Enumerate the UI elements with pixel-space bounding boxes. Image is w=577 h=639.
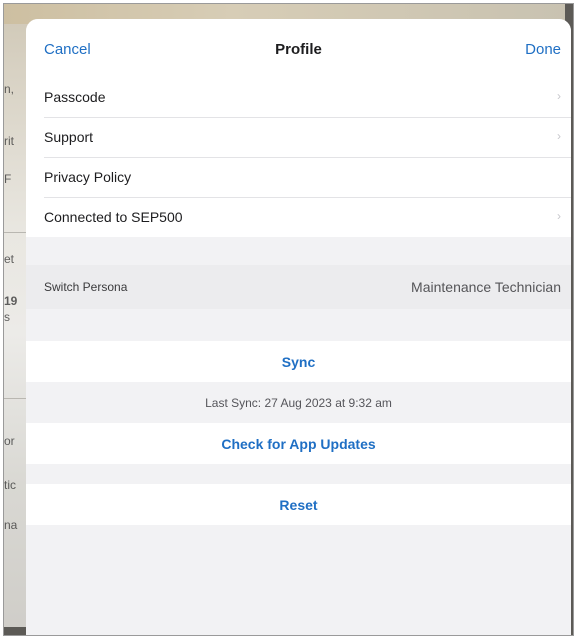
navigation-bar: Cancel Profile Done xyxy=(26,19,571,77)
check-app-updates-button[interactable]: Check for App Updates xyxy=(26,423,571,464)
privacy-policy-label: Privacy Policy xyxy=(44,169,132,185)
section-gap xyxy=(26,309,571,341)
reset-button[interactable]: Reset xyxy=(26,484,571,525)
sync-button[interactable]: Sync xyxy=(26,341,571,382)
persona-value: Maintenance Technician xyxy=(411,279,561,295)
passcode-row[interactable]: Passcode › xyxy=(26,77,571,117)
support-row[interactable]: Support › xyxy=(26,117,571,157)
sheet-footer-space xyxy=(26,525,571,621)
background-text: na xyxy=(4,518,18,532)
background-divider xyxy=(4,398,26,399)
chevron-right-icon: › xyxy=(557,129,561,143)
settings-list: Passcode › Support › Privacy Policy Conn… xyxy=(26,77,571,237)
window-frame: n, rit F et 19 s or tic na Cancel Profil… xyxy=(3,3,574,636)
background-text: F xyxy=(4,172,12,186)
section-gap xyxy=(26,464,571,484)
chevron-right-icon: › xyxy=(557,89,561,103)
background-text: et xyxy=(4,252,15,266)
background-divider xyxy=(4,232,26,233)
background-text: 19 xyxy=(4,294,18,308)
profile-sheet: Cancel Profile Done Passcode › Support ›… xyxy=(26,19,571,635)
page-title: Profile xyxy=(275,41,322,58)
chevron-right-icon: › xyxy=(557,209,561,223)
section-gap xyxy=(26,237,571,265)
privacy-policy-row[interactable]: Privacy Policy xyxy=(26,157,571,197)
background-text: or xyxy=(4,434,15,448)
background-text: n, xyxy=(4,82,15,96)
background-text: s xyxy=(4,310,10,324)
background-text: rit xyxy=(4,134,14,148)
background-text: tic xyxy=(4,478,16,492)
switch-persona-row[interactable]: Switch Persona Maintenance Technician xyxy=(26,265,571,309)
connected-server-label: Connected to SEP500 xyxy=(44,209,183,225)
done-button[interactable]: Done xyxy=(525,41,561,58)
support-label: Support xyxy=(44,129,94,145)
connected-server-row[interactable]: Connected to SEP500 › xyxy=(26,197,571,237)
last-sync-status: Last Sync: 27 Aug 2023 at 9:32 am xyxy=(26,382,571,423)
switch-persona-label: Switch Persona xyxy=(44,280,128,294)
passcode-label: Passcode xyxy=(44,89,106,105)
